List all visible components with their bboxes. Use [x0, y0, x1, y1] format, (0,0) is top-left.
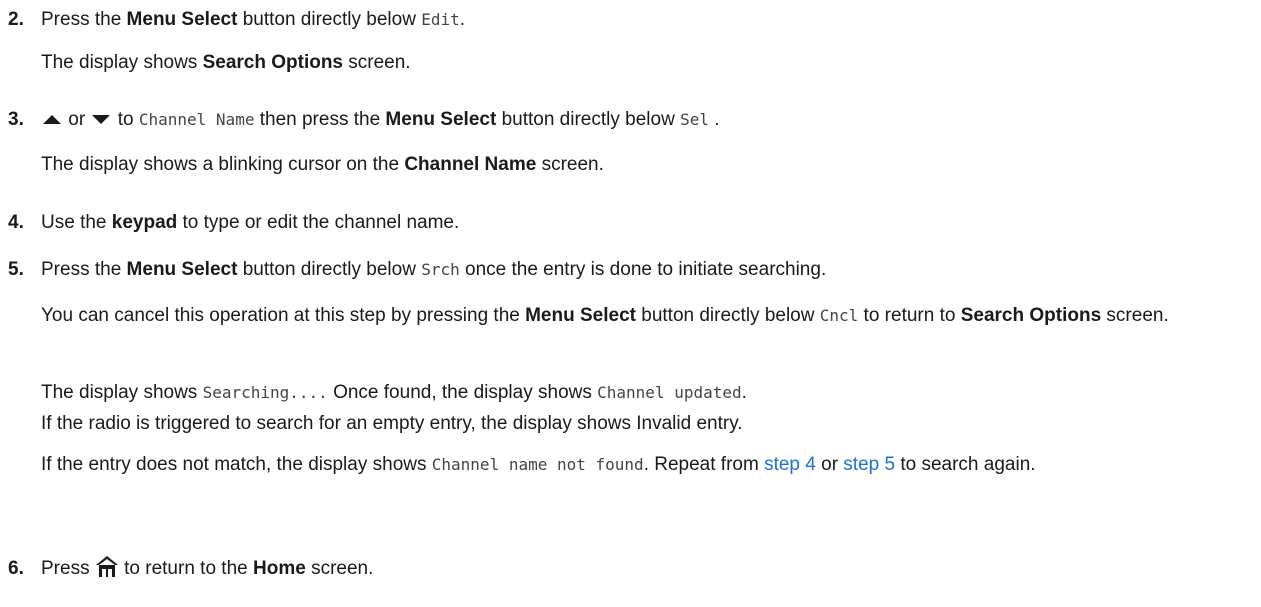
- softkey-edit: Edit: [421, 10, 460, 29]
- step-number: 5.: [8, 259, 24, 280]
- step-6: 6. Press to return to the Home screen.: [8, 555, 1253, 580]
- step-2-result: The display shows Search Options screen.: [41, 52, 411, 73]
- step-number: 4.: [8, 212, 24, 233]
- menu-select-label: Menu Select: [385, 109, 497, 130]
- softkey-cncl: Cncl: [819, 306, 859, 325]
- menu-select-label: Menu Select: [126, 9, 238, 30]
- step-number: 3.: [8, 109, 24, 130]
- step-3: 3. or to Channel Name then press the Men…: [8, 109, 720, 130]
- step-5: 5. Press the Menu Select button directly …: [8, 259, 827, 280]
- down-arrow-icon: [92, 115, 111, 124]
- step-5-empty-note: If the radio is triggered to search for …: [41, 413, 743, 434]
- procedure-page: 2. Press the Menu Select button directly …: [0, 0, 1261, 607]
- step-number: 6.: [8, 558, 24, 579]
- searching-message: Searching....: [202, 383, 328, 402]
- softkey-srch: Srch: [421, 260, 460, 279]
- not-found-message: Channel name not found: [431, 455, 644, 474]
- step-5-link[interactable]: step 5: [843, 454, 895, 475]
- home-label: Home: [253, 558, 306, 579]
- step-number: 2.: [8, 9, 24, 30]
- menu-select-label: Menu Select: [525, 305, 636, 326]
- step-4-link[interactable]: step 4: [764, 454, 816, 475]
- step-5-cancel-note: You can cancel this operation at this st…: [41, 305, 1169, 326]
- step-5-searching-note: The display shows Searching.... Once fou…: [41, 382, 747, 403]
- home-icon: [95, 556, 118, 577]
- channel-name-label: Channel Name: [404, 154, 537, 175]
- keypad-label: keypad: [111, 212, 178, 233]
- step-2: 2. Press the Menu Select button directly …: [8, 9, 465, 30]
- step-3-result: The display shows a blinking cursor on t…: [41, 154, 604, 175]
- search-options-label: Search Options: [960, 305, 1102, 326]
- search-options-label: Search Options: [202, 52, 343, 73]
- channel-name-item: Channel Name: [138, 110, 255, 129]
- step-5-nomatch-note: If the entry does not match, the display…: [41, 454, 1036, 475]
- menu-select-label: Menu Select: [126, 259, 238, 280]
- channel-updated-message: Channel updated: [597, 383, 742, 402]
- up-arrow-icon: [43, 115, 61, 124]
- softkey-sel: Sel: [680, 110, 709, 129]
- step-4: 4. Use the keypad to type or edit the cha…: [8, 212, 460, 233]
